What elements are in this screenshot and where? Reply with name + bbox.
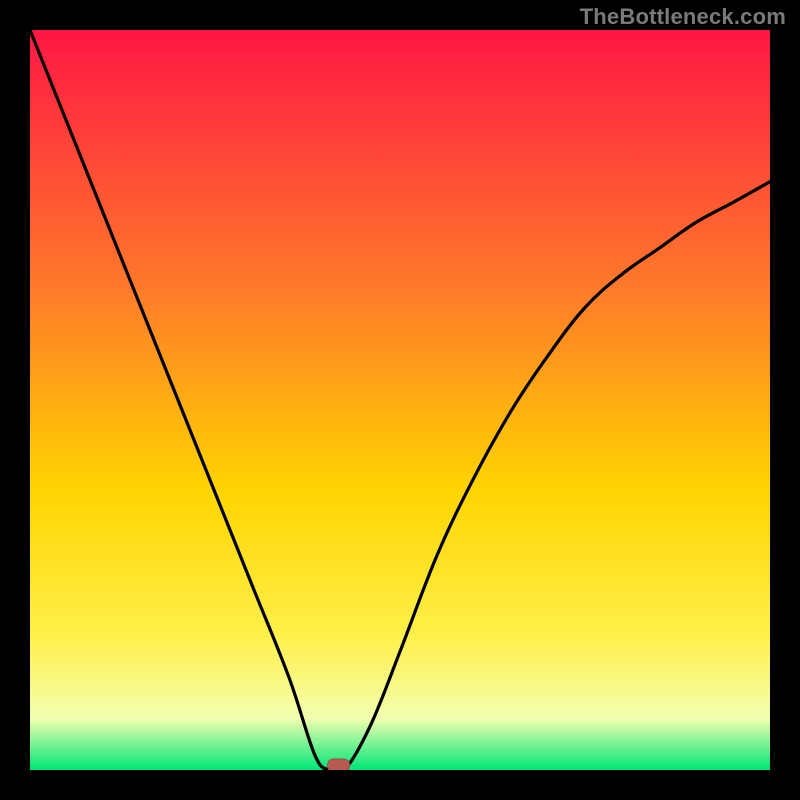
- optimal-point-marker: [328, 759, 350, 770]
- gradient-background: [30, 30, 770, 770]
- bottleneck-chart: [30, 30, 770, 770]
- watermark-text: TheBottleneck.com: [580, 4, 786, 30]
- chart-frame: TheBottleneck.com: [0, 0, 800, 800]
